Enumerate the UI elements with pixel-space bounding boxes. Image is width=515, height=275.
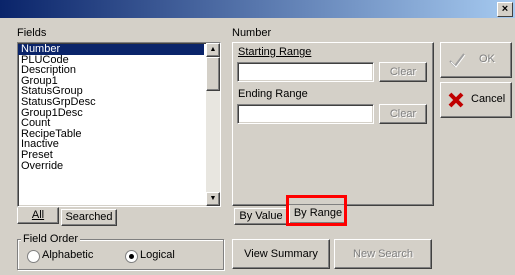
red-x-icon — [448, 92, 464, 108]
criteria-title: Number — [232, 27, 272, 39]
list-item[interactable]: Override — [18, 160, 204, 172]
list-item[interactable]: Preset — [18, 150, 204, 161]
close-button[interactable]: × — [497, 2, 513, 17]
list-item[interactable]: Number — [18, 44, 204, 55]
tab-searched-label: Searched — [65, 211, 113, 223]
fields-scrollbar[interactable]: ▲ ▼ — [206, 43, 220, 206]
fields-label: Fields — [17, 27, 47, 39]
ok-button[interactable]: OK — [440, 42, 512, 78]
cancel-label: Cancel — [471, 93, 506, 105]
cancel-button[interactable]: Cancel — [440, 82, 512, 118]
starting-range-label: Starting Range — [238, 46, 312, 58]
fields-list[interactable]: Number PLUCode Description Group1 StatusGrou… — [17, 42, 221, 207]
tab-by-value-label: By Value — [239, 210, 283, 222]
logical-radio[interactable] — [125, 250, 138, 263]
check-icon — [449, 53, 466, 68]
scroll-up-icon[interactable]: ▲ — [206, 43, 220, 57]
ending-range-label: Ending Range — [238, 88, 308, 100]
alphabetic-radio[interactable] — [27, 250, 40, 263]
tab-all-label: All — [31, 209, 45, 221]
highlight-box — [286, 195, 347, 226]
view-summary-button[interactable]: View Summary — [232, 239, 330, 269]
logical-label: Logical — [140, 249, 175, 261]
ending-clear-button[interactable]: Clear — [379, 104, 427, 124]
tab-all[interactable]: All — [17, 207, 59, 224]
tab-by-value[interactable]: By Value — [234, 208, 288, 225]
scroll-down-icon[interactable]: ▼ — [206, 192, 220, 206]
ending-range-input[interactable] — [237, 104, 374, 124]
title-bar: × — [0, 0, 515, 18]
new-search-button[interactable]: New Search — [334, 239, 432, 269]
ok-label: OK — [479, 53, 495, 65]
tab-searched[interactable]: Searched — [61, 209, 117, 226]
field-order-label: Field Order — [21, 233, 81, 245]
starting-range-input[interactable] — [237, 62, 374, 82]
scroll-thumb[interactable] — [206, 57, 220, 91]
starting-clear-button[interactable]: Clear — [379, 62, 427, 82]
list-item[interactable]: StatusGrpDesc — [18, 97, 204, 108]
alphabetic-label: Alphabetic — [42, 249, 94, 261]
